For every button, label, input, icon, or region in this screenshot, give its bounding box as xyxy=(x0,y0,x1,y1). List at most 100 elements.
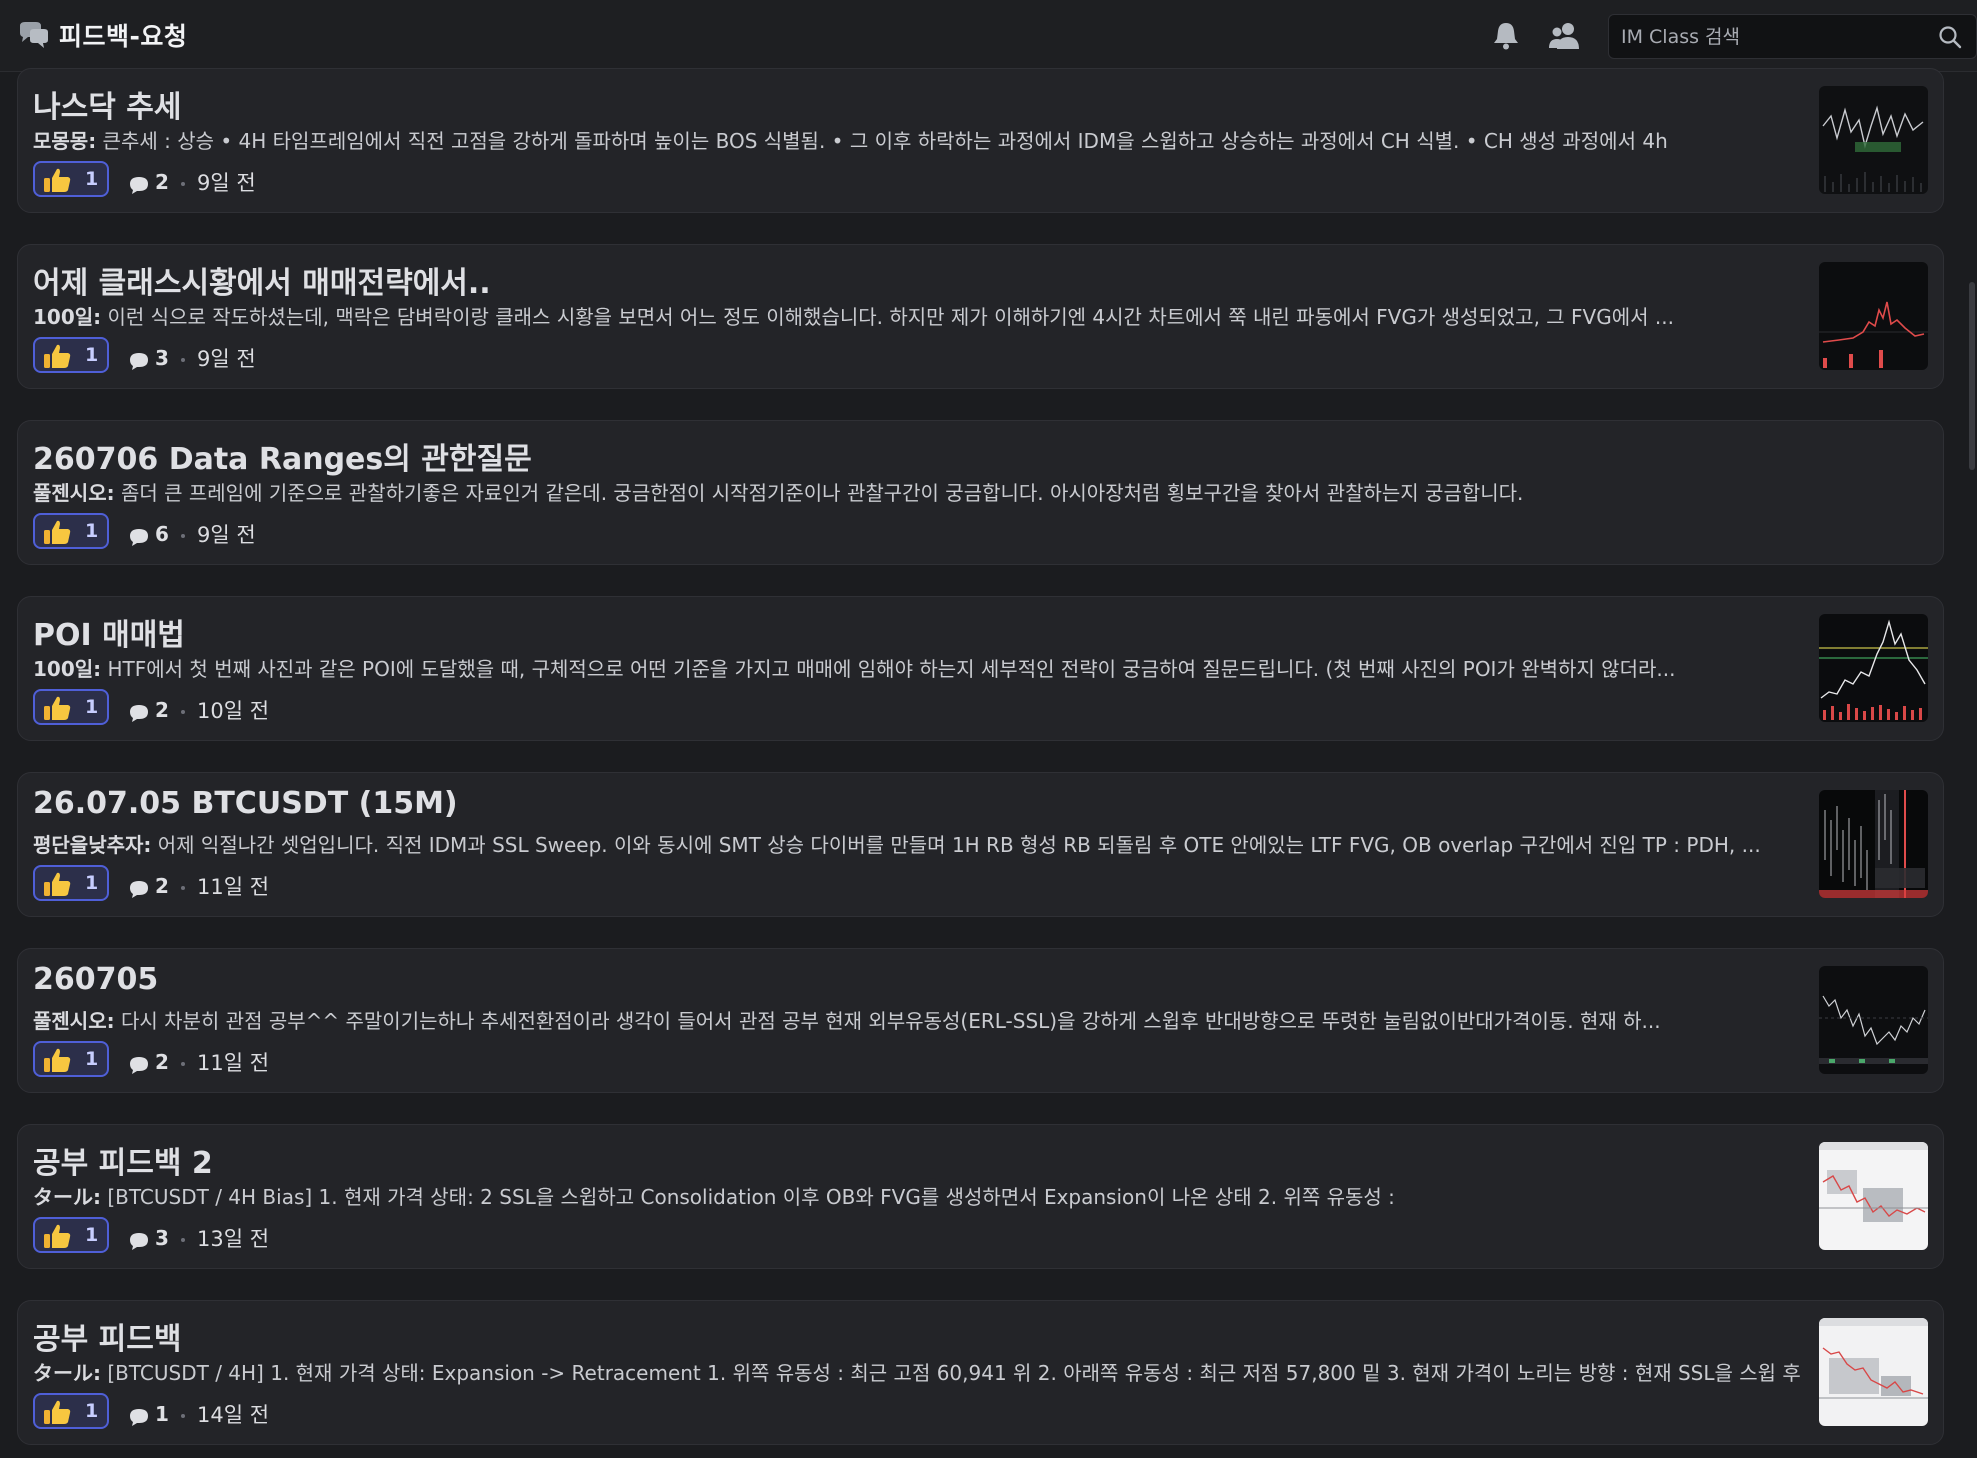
reaction-button[interactable]: 1 xyxy=(33,337,109,373)
post-time: 10일 전 xyxy=(197,699,270,723)
thumbs-up-icon xyxy=(44,168,71,192)
post-card[interactable]: 공부 피드백 タール: [BTCUSDT / 4H] 1. 현재 가격 상태: … xyxy=(17,1300,1944,1445)
post-time: 11일 전 xyxy=(197,875,270,899)
search-input[interactable] xyxy=(1621,23,1921,51)
reaction-count: 1 xyxy=(85,344,99,366)
thumbs-up-icon xyxy=(44,1400,71,1424)
post-excerpt: 평단을낮추자: 어제 익절나간 셋업입니다. 직전 IDM과 SSL Sweep… xyxy=(33,829,1803,858)
post-thumbnail[interactable] xyxy=(1819,790,1928,898)
post-time: 9일 전 xyxy=(197,523,256,547)
post-author: 평단을낮추자: xyxy=(33,833,152,857)
comment-icon xyxy=(130,353,148,370)
post-thumbnail[interactable] xyxy=(1819,966,1928,1074)
post-card[interactable]: 26.07.05 BTCUSDT (15M) 평단을낮추자: 어제 익절나간 셋… xyxy=(17,772,1944,917)
post-excerpt-text: [BTCUSDT / 4H Bias] 1. 현재 가격 상태: 2 SSL을 … xyxy=(101,1185,1395,1209)
comment-icon xyxy=(130,529,148,546)
post-card[interactable]: 어제 클래스시황에서 매매전략에서.. 100일: 이런 식으로 작도하셨는데,… xyxy=(17,244,1944,389)
comment-icon xyxy=(130,705,148,722)
post-thumbnail[interactable] xyxy=(1819,1318,1928,1426)
meta-separator xyxy=(181,182,185,186)
meta-separator xyxy=(181,710,185,714)
reaction-count: 1 xyxy=(85,872,99,894)
comment-count: 2 xyxy=(155,698,169,722)
channel-title: 피드백-요청 xyxy=(59,22,188,51)
comment-count: 2 xyxy=(155,874,169,898)
comment-icon xyxy=(130,1233,148,1250)
post-excerpt-text: 큰추세 : 상승 • 4H 타임프레임에서 직전 고점을 강하게 돌파하며 높이… xyxy=(96,129,1668,153)
comment-icon xyxy=(130,177,148,194)
meta-separator xyxy=(181,1238,185,1242)
search-icon[interactable] xyxy=(1938,25,1962,49)
meta-separator xyxy=(181,358,185,362)
meta-separator xyxy=(181,1414,185,1418)
comment-count: 6 xyxy=(155,522,169,546)
post-title: 나스닥 추세 xyxy=(33,90,182,125)
post-time: 9일 전 xyxy=(197,171,256,195)
reaction-button[interactable]: 1 xyxy=(33,1041,109,1077)
thumbs-up-icon xyxy=(44,520,71,544)
post-author: 풀젠시오: xyxy=(33,1009,115,1033)
post-title: 260706 Data Ranges의 관한질문 xyxy=(33,442,532,477)
reaction-button[interactable]: 1 xyxy=(33,1393,109,1429)
reaction-count: 1 xyxy=(85,1400,99,1422)
post-card[interactable]: 260706 Data Ranges의 관한질문 풀젠시오: 좀더 큰 프레임에… xyxy=(17,420,1944,565)
thumbs-up-icon xyxy=(44,344,71,368)
comment-icon xyxy=(130,1409,148,1426)
post-excerpt: タール: [BTCUSDT / 4H] 1. 현재 가격 상태: Expansi… xyxy=(33,1357,1803,1386)
thumbs-up-icon xyxy=(44,1224,71,1248)
post-time: 14일 전 xyxy=(197,1403,270,1427)
notification-bell-icon[interactable] xyxy=(1490,20,1522,52)
post-author: 100일: xyxy=(33,305,102,329)
forum-channel-icon xyxy=(20,22,48,48)
reaction-count: 1 xyxy=(85,696,99,718)
comment-count: 2 xyxy=(155,170,169,194)
comment-count: 1 xyxy=(155,1402,169,1426)
post-thumbnail[interactable] xyxy=(1819,262,1928,370)
post-title: 어제 클래스시황에서 매매전략에서.. xyxy=(33,266,491,301)
post-excerpt: 모몽몽: 큰추세 : 상승 • 4H 타임프레임에서 직전 고점을 강하게 돌파… xyxy=(33,125,1803,154)
reaction-button[interactable]: 1 xyxy=(33,689,109,725)
post-author: タール: xyxy=(33,1361,101,1385)
reaction-button[interactable]: 1 xyxy=(33,1217,109,1253)
post-card[interactable]: 나스닥 추세 모몽몽: 큰추세 : 상승 • 4H 타임프레임에서 직전 고점을… xyxy=(17,68,1944,213)
reaction-button[interactable]: 1 xyxy=(33,865,109,901)
post-excerpt: 100일: 이런 식으로 작도하셨는데, 맥락은 담벼락이랑 클래스 시황을 보… xyxy=(33,301,1803,330)
post-excerpt-text: HTF에서 첫 번째 사진과 같은 POI에 도달했을 때, 구체적으로 어떤 … xyxy=(101,657,1676,681)
comment-count: 3 xyxy=(155,346,169,370)
comment-count: 2 xyxy=(155,1050,169,1074)
post-excerpt-text: 좀더 큰 프레임에 기준으로 관찰하기좋은 자료인거 같은데. 궁금한점이 시작… xyxy=(114,481,1524,505)
channel-header: 피드백-요청 xyxy=(0,0,1977,72)
post-thumbnail[interactable] xyxy=(1819,86,1928,194)
post-excerpt-text: 다시 차분히 관점 공부^^ 주말이기는하나 추세전환점이라 생각이 들어서 관… xyxy=(114,1009,1661,1033)
reaction-count: 1 xyxy=(85,1224,99,1246)
scrollbar-thumb[interactable] xyxy=(1969,282,1975,470)
reaction-button[interactable]: 1 xyxy=(33,513,109,549)
post-time: 9일 전 xyxy=(197,347,256,371)
post-author: タール: xyxy=(33,1185,101,1209)
comment-icon xyxy=(130,1057,148,1074)
post-excerpt: 풀젠시오: 다시 차분히 관점 공부^^ 주말이기는하나 추세전환점이라 생각이… xyxy=(33,1005,1803,1034)
comment-count: 3 xyxy=(155,1226,169,1250)
thumbs-up-icon xyxy=(44,1048,71,1072)
post-thumbnail[interactable] xyxy=(1819,1142,1928,1250)
post-card[interactable]: 공부 피드백 2 タール: [BTCUSDT / 4H Bias] 1. 현재 … xyxy=(17,1124,1944,1269)
post-card[interactable]: POI 매매법 100일: HTF에서 첫 번째 사진과 같은 POI에 도달했… xyxy=(17,596,1944,741)
post-excerpt-text: [BTCUSDT / 4H] 1. 현재 가격 상태: Expansion ->… xyxy=(101,1361,1801,1385)
post-author: 모몽몽: xyxy=(33,129,97,153)
reaction-button[interactable]: 1 xyxy=(33,161,109,197)
post-time: 11일 전 xyxy=(197,1051,270,1075)
search-bar[interactable] xyxy=(1608,14,1977,59)
post-title: POI 매매법 xyxy=(33,618,185,653)
reaction-count: 1 xyxy=(85,520,99,542)
post-author: 100일: xyxy=(33,657,102,681)
post-card[interactable]: 260705 풀젠시오: 다시 차분히 관점 공부^^ 주말이기는하나 추세전환… xyxy=(17,948,1944,1093)
post-time: 13일 전 xyxy=(197,1227,270,1251)
meta-separator xyxy=(181,1062,185,1066)
post-excerpt: タール: [BTCUSDT / 4H Bias] 1. 현재 가격 상태: 2 … xyxy=(33,1181,1803,1210)
thumbs-up-icon xyxy=(44,872,71,896)
member-list-icon[interactable] xyxy=(1548,20,1584,52)
reaction-count: 1 xyxy=(85,168,99,190)
post-title: 26.07.05 BTCUSDT (15M) xyxy=(33,786,458,821)
post-thumbnail[interactable] xyxy=(1819,614,1928,722)
meta-separator xyxy=(181,886,185,890)
